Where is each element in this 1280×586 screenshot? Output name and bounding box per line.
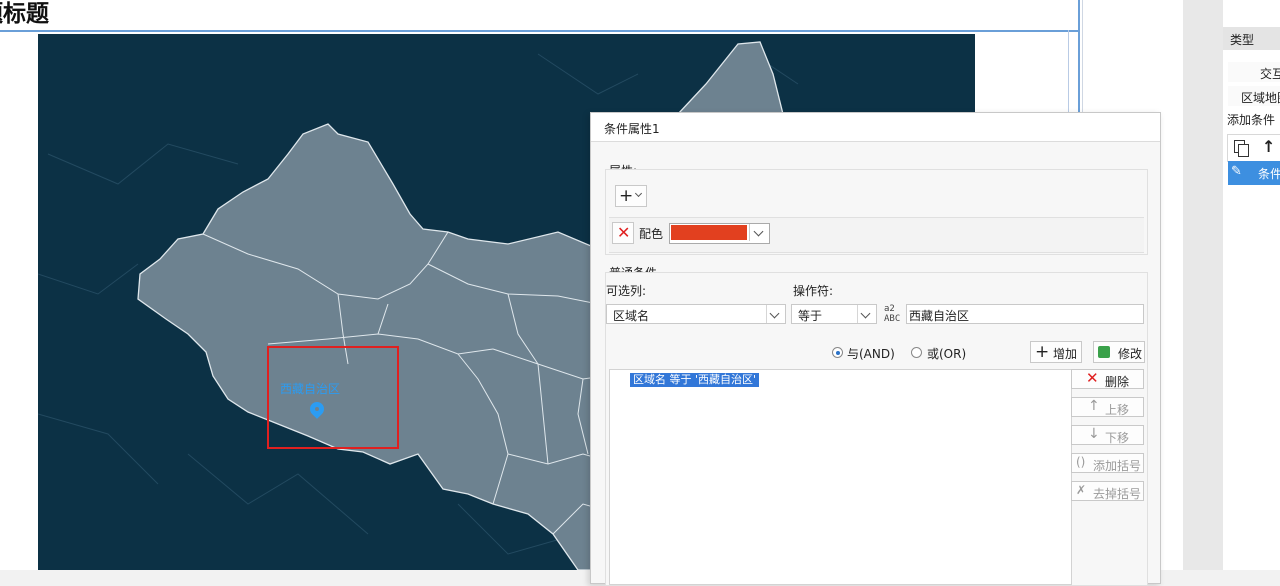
- arrow-up-icon[interactable]: ↑: [1262, 137, 1275, 156]
- add-parenthesis-label: 添加括号: [1093, 459, 1142, 473]
- column-select-value: 区域名: [613, 309, 650, 323]
- add-condition-label: 增加: [1053, 347, 1078, 361]
- report-title-bar[interactable]: 题标题: [0, 0, 1080, 32]
- type-header: 类型: [1223, 27, 1280, 50]
- chevron-down-icon: [634, 189, 643, 198]
- copy-icon-back: [1238, 144, 1249, 157]
- value-input[interactable]: 西藏自治区: [906, 304, 1144, 324]
- condition-toolbar: ↑: [1227, 134, 1280, 162]
- panel-divider[interactable]: [1183, 0, 1223, 570]
- condition-item-label: 条件: [1258, 167, 1280, 181]
- highlight-box: [267, 346, 399, 449]
- add-parenthesis-button[interactable]: () 添加括号: [1071, 453, 1144, 473]
- dialog-title-bar[interactable]: 条件属性1: [591, 113, 1160, 142]
- modify-condition-button[interactable]: 修改: [1093, 341, 1145, 363]
- color-dropdown-arrow[interactable]: [749, 224, 769, 241]
- value-input-text: 西藏自治区: [909, 309, 970, 323]
- type-row-interaction[interactable]: 交互: [1228, 62, 1280, 82]
- and-radio[interactable]: [832, 347, 843, 358]
- type-row-label: 区域地图: [1241, 91, 1280, 105]
- column-label: 可选列:: [606, 284, 647, 298]
- remove-attribute-button[interactable]: ✕: [612, 222, 634, 244]
- arrow-down-icon: ↓: [1088, 426, 1100, 442]
- condition-list-item[interactable]: 区域名 等于 '西藏自治区': [630, 373, 760, 387]
- close-icon: ✕: [1086, 369, 1099, 387]
- edit-icon[interactable]: ✎: [1231, 164, 1242, 179]
- parenthesis-icon: (): [1076, 455, 1086, 469]
- remove-parenthesis-button[interactable]: ✗ 去掉括号: [1071, 481, 1144, 501]
- or-radio-label: 或(OR): [927, 347, 967, 361]
- color-picker[interactable]: [669, 223, 770, 244]
- chevron-down-icon: [857, 305, 876, 323]
- operator-label: 操作符:: [793, 284, 834, 298]
- condition-list-item-selected[interactable]: ✎ 条件: [1228, 161, 1280, 185]
- abc-type-icon: a2 ABC: [884, 304, 901, 324]
- move-down-button[interactable]: ↓ 下移: [1071, 425, 1144, 445]
- plus-icon: +: [619, 186, 634, 206]
- color-attr-label: 配色: [639, 227, 664, 241]
- operator-select[interactable]: 等于: [791, 304, 877, 324]
- delete-label: 删除: [1105, 375, 1130, 389]
- value-type-icon[interactable]: a2 ABC: [882, 302, 904, 324]
- color-swatch: [671, 225, 747, 240]
- operator-select-value: 等于: [798, 309, 823, 323]
- close-icon: ✕: [617, 223, 631, 242]
- chevron-down-icon: [753, 226, 764, 237]
- report-title: 题标题: [0, 1, 49, 27]
- delete-button[interactable]: ✕ 删除: [1071, 369, 1144, 389]
- plus-icon: +: [1035, 342, 1050, 362]
- remove-parenthesis-label: 去掉括号: [1093, 487, 1142, 501]
- arrow-up-icon: ↑: [1088, 398, 1100, 414]
- type-row-region-map[interactable]: 区域地图: [1228, 86, 1280, 106]
- dialog-title: 条件属性1: [604, 122, 660, 136]
- condition-properties-dialog: 条件属性1 属性: + ✕ 配色 普通条件 可选列: 操作符: 区域名 等于 a…: [590, 112, 1161, 586]
- condition-list[interactable]: 区域名 等于 '西藏自治区': [609, 369, 1072, 585]
- type-row-label: 交互: [1260, 67, 1280, 81]
- or-radio[interactable]: [911, 347, 922, 358]
- and-radio-label: 与(AND): [847, 347, 895, 361]
- move-up-button[interactable]: ↑ 上移: [1071, 397, 1144, 417]
- modify-icon: [1098, 346, 1110, 358]
- add-condition-label: 添加条件: [1227, 113, 1276, 127]
- modify-condition-label: 修改: [1118, 347, 1143, 361]
- remove-parenthesis-icon: ✗: [1076, 483, 1087, 497]
- add-condition-button[interactable]: + 增加: [1030, 341, 1082, 363]
- add-attribute-button[interactable]: +: [615, 185, 647, 207]
- map-pin-dot: [315, 407, 319, 411]
- move-down-label: 下移: [1105, 431, 1130, 445]
- region-label: 西藏自治区: [280, 382, 341, 396]
- type-header-label: 类型: [1230, 33, 1255, 47]
- selection-edge: [1078, 0, 1080, 112]
- chevron-down-icon: [766, 305, 785, 323]
- column-select[interactable]: 区域名: [606, 304, 786, 324]
- property-panel: 类型 交互 区域地图 添加条件 ↑ ✎ 条件: [1223, 0, 1280, 570]
- move-up-label: 上移: [1105, 403, 1130, 417]
